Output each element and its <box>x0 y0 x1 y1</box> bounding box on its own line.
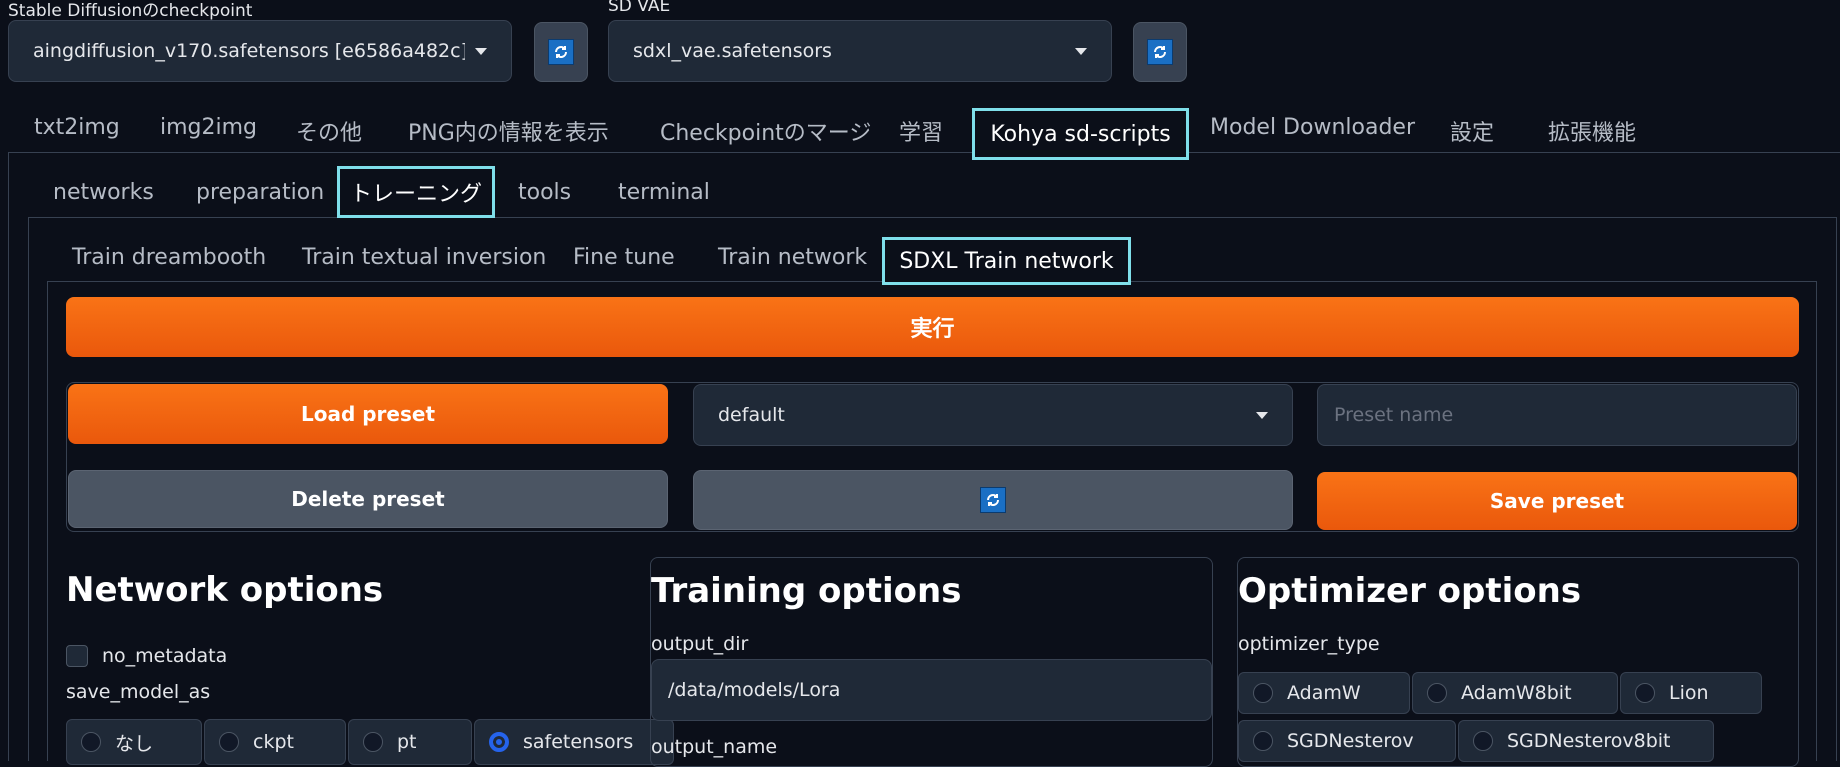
radio-label: Lion <box>1669 682 1709 704</box>
train-tab-line <box>47 281 883 282</box>
tab-training[interactable]: トレーニング <box>337 166 495 218</box>
refresh-icon <box>548 39 574 65</box>
output-name-label: output_name <box>651 736 778 758</box>
optimizer-type-label: optimizer_type <box>1238 633 1380 655</box>
chevron-down-icon <box>475 47 487 55</box>
tab-img2img[interactable]: img2img <box>160 115 257 140</box>
tab-train-textual-inversion[interactable]: Train textual inversion <box>302 245 546 270</box>
radio-circle-icon <box>1427 683 1447 703</box>
radio-circle-icon <box>1253 731 1273 751</box>
radio-lion[interactable]: Lion <box>1620 672 1762 714</box>
vae-dropdown[interactable]: sdxl_vae.safetensors <box>608 20 1112 82</box>
preset-selected: default <box>718 404 785 426</box>
tab-train-dreambooth[interactable]: Train dreambooth <box>72 245 266 270</box>
vae-refresh-button[interactable] <box>1133 22 1187 82</box>
tab-fine-tune[interactable]: Fine tune <box>573 245 675 270</box>
radio-save-none[interactable]: なし <box>66 719 202 765</box>
tab-networks[interactable]: networks <box>53 180 154 205</box>
tab-checkpoint-merger[interactable]: Checkpointのマージ <box>660 115 871 147</box>
radio-save-pt[interactable]: pt <box>348 719 472 765</box>
output-dir-label: output_dir <box>651 633 749 655</box>
checkpoint-label: Stable Diffusionのcheckpoint <box>8 1 253 21</box>
optimizer-radio-row-1: AdamW AdamW8bit Lion <box>1238 672 1762 714</box>
radio-save-safetensors[interactable]: safetensors <box>474 719 674 765</box>
radio-circle-icon <box>219 732 239 752</box>
checkpoint-value: aingdiffusion_v170.safetensors [e6586a48… <box>33 40 465 62</box>
output-dir-input[interactable]: /data/models/Lora <box>651 659 1212 721</box>
radio-sgdnesterov8bit[interactable]: SGDNesterov8bit <box>1458 720 1714 762</box>
output-dir-value: /data/models/Lora <box>668 679 841 701</box>
optimizer-options-title: Optimizer options <box>1238 571 1582 611</box>
save-model-as-radio-group: なし ckpt pt safetensors <box>66 719 674 765</box>
tab-kohya-sd-scripts[interactable]: Kohya sd-scripts <box>972 108 1189 160</box>
tab-preparation[interactable]: preparation <box>196 180 324 205</box>
radio-circle-icon <box>1473 731 1493 751</box>
vae-label: SD VAE <box>608 0 671 16</box>
radio-selected-icon <box>489 732 509 752</box>
no-metadata-label: no_metadata <box>102 645 228 667</box>
preset-name-input[interactable]: Preset name <box>1317 384 1797 446</box>
sub-panel-border <box>1836 217 1837 761</box>
save-model-as-label: save_model_as <box>66 681 211 703</box>
tab-terminal[interactable]: terminal <box>618 180 710 205</box>
radio-save-ckpt[interactable]: ckpt <box>204 719 346 765</box>
radio-adamw[interactable]: AdamW <box>1238 672 1410 714</box>
main-tab-line <box>8 152 972 153</box>
train-tab-line <box>1130 281 1816 282</box>
sub-tab-line <box>494 217 1836 218</box>
preset-dropdown[interactable]: default <box>693 384 1293 446</box>
radio-circle-icon <box>1635 683 1655 703</box>
preset-refresh-button[interactable] <box>693 470 1293 530</box>
radio-label: AdamW <box>1287 682 1361 704</box>
refresh-icon <box>980 487 1006 513</box>
tab-sdxl-train-network[interactable]: SDXL Train network <box>882 237 1131 285</box>
network-options-title: Network options <box>66 570 384 610</box>
no-metadata-checkbox[interactable] <box>66 645 88 667</box>
save-preset-button[interactable]: Save preset <box>1317 472 1797 530</box>
train-panel-border <box>1816 281 1817 761</box>
radio-circle-icon <box>81 732 101 752</box>
tab-extras[interactable]: その他 <box>296 115 362 147</box>
tab-settings[interactable]: 設定 <box>1450 115 1494 147</box>
radio-circle-icon <box>363 732 383 752</box>
radio-label: pt <box>397 731 417 753</box>
run-button[interactable]: 実行 <box>66 297 1799 357</box>
vae-value: sdxl_vae.safetensors <box>633 40 832 62</box>
radio-sgdnesterov[interactable]: SGDNesterov <box>1238 720 1456 762</box>
tab-png-info[interactable]: PNG内の情報を表示 <box>408 115 609 147</box>
preset-name-placeholder: Preset name <box>1334 404 1454 426</box>
main-tab-line <box>1188 152 1840 153</box>
radio-label: なし <box>115 732 154 755</box>
checkpoint-dropdown[interactable]: aingdiffusion_v170.safetensors [e6586a48… <box>8 20 512 82</box>
refresh-icon <box>1147 39 1173 65</box>
optimizer-radio-row-2: SGDNesterov SGDNesterov8bit <box>1238 720 1714 762</box>
chevron-down-icon <box>1256 411 1268 419</box>
radio-label: SGDNesterov8bit <box>1507 730 1671 752</box>
main-panel-border <box>8 152 9 761</box>
tab-extensions[interactable]: 拡張機能 <box>1548 115 1636 147</box>
radio-label: AdamW8bit <box>1461 682 1572 704</box>
training-options-title: Training options <box>651 571 962 611</box>
chevron-down-icon <box>1075 47 1087 55</box>
train-panel-border <box>47 281 48 761</box>
sub-panel-border <box>28 217 29 761</box>
radio-label: SGDNesterov <box>1287 730 1414 752</box>
tab-train-network[interactable]: Train network <box>718 245 867 270</box>
tab-model-downloader[interactable]: Model Downloader <box>1210 115 1415 140</box>
tab-train[interactable]: 学習 <box>899 115 943 147</box>
tab-tools[interactable]: tools <box>518 180 571 205</box>
radio-adamw8bit[interactable]: AdamW8bit <box>1412 672 1618 714</box>
radio-label: ckpt <box>253 731 294 753</box>
sub-tab-line <box>28 217 338 218</box>
tab-txt2img[interactable]: txt2img <box>34 115 120 140</box>
load-preset-button[interactable]: Load preset <box>68 384 668 444</box>
checkpoint-refresh-button[interactable] <box>534 22 588 82</box>
delete-preset-button[interactable]: Delete preset <box>68 470 668 528</box>
radio-circle-icon <box>1253 683 1273 703</box>
radio-label: safetensors <box>523 731 634 753</box>
